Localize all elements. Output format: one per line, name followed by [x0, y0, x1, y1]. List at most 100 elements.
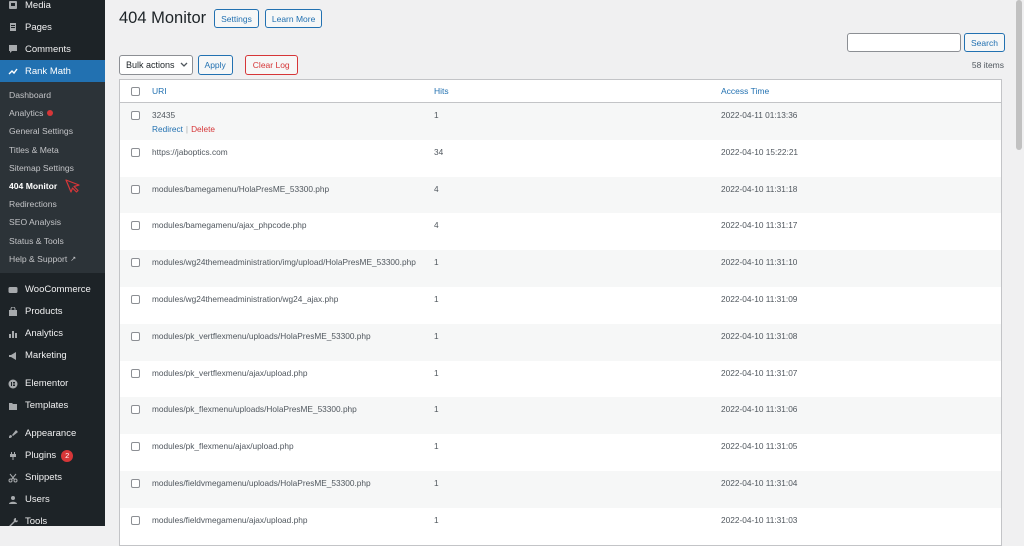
column-header-access-time[interactable]: Access Time [721, 86, 1001, 96]
table-row: modules/bamegamenu/ajax_phpcode.php 4 20… [120, 213, 1001, 250]
row-uri: modules/fieldvmegamenu/ajax/upload.php [152, 514, 308, 525]
row-uri: modules/pk_vertflexmenu/uploads/HolaPres… [152, 330, 371, 341]
row-checkbox[interactable] [130, 405, 140, 415]
table-row: 32435 Redirect | Delete 1 2022-04-11 01:13… [120, 103, 1001, 140]
table-row: modules/pk_vertflexmenu/uploads/HolaPres… [120, 323, 1001, 361]
paintbrush-icon [8, 429, 18, 439]
row-checkbox[interactable] [130, 111, 140, 120]
row-uri: modules/bamegamenu/ajax_phpcode.php [152, 220, 307, 231]
submenu-item-status-tools[interactable]: Status & Tools [0, 232, 105, 250]
row-checkbox[interactable] [130, 184, 140, 194]
menu-item-products[interactable]: Products [0, 301, 105, 323]
menu-label: Pages [25, 21, 52, 33]
row-hits: 1 [434, 404, 439, 415]
plug-icon [8, 451, 18, 461]
row-checkbox[interactable] [130, 294, 140, 304]
submenu-item-analytics[interactable]: Analytics [0, 104, 105, 122]
column-header-uri[interactable]: URI [148, 86, 434, 96]
menu-item-appearance[interactable]: Appearance [0, 423, 105, 445]
scissors-icon [8, 473, 18, 483]
submenu-item-dashboard[interactable]: Dashboard [0, 86, 105, 104]
row-actions: Redirect | Delete [152, 124, 216, 134]
row-access-time: 2022-04-10 11:31:03 [721, 514, 798, 525]
search-input[interactable] [847, 33, 961, 52]
menu-item-analytics[interactable]: Analytics [0, 323, 105, 345]
menu-item-comments[interactable]: Comments [0, 38, 105, 60]
row-access-time: 2022-04-10 11:31:05 [721, 441, 798, 452]
menu-item-plugins[interactable]: Plugins 2 [0, 445, 105, 467]
submenu-item-404-monitor[interactable]: 404 Monitor [0, 177, 105, 195]
bulk-actions-select[interactable]: Bulk actions [119, 55, 193, 75]
page-scrollbar[interactable] [1014, 0, 1024, 526]
submenu-item-redirections[interactable]: Redirections [0, 195, 105, 213]
row-access-time: 2022-04-11 01:13:36 [721, 110, 798, 120]
menu-item-rank-math[interactable]: Rank Math [0, 60, 105, 82]
clear-log-button[interactable]: Clear Log [244, 55, 298, 75]
comments-icon [8, 44, 18, 54]
row-checkbox[interactable] [130, 368, 140, 378]
redirect-link[interactable]: Redirect [152, 124, 183, 134]
monitor-table: URI Hits Access Time 32435 Redirect | Dele… [119, 79, 1002, 546]
items-count: 58 items [971, 60, 1004, 70]
cursor-arrow-icon [64, 179, 82, 193]
row-checkbox[interactable] [130, 478, 140, 488]
submenu-item-seo-analysis[interactable]: SEO Analysis [0, 213, 105, 231]
row-checkbox[interactable] [130, 221, 140, 231]
menu-item-media[interactable]: Media [0, 0, 105, 16]
submenu-item-sitemap-settings[interactable]: Sitemap Settings [0, 159, 105, 177]
folder-icon [8, 401, 18, 411]
table-row: modules/pk_flexmenu/uploads/HolaPresME_5… [120, 397, 1001, 435]
apply-button[interactable]: Apply [197, 55, 233, 75]
page-header: 404 Monitor Settings Learn More [119, 9, 328, 28]
row-uri: modules/wg24themeadministration/wg24_aja… [152, 293, 339, 304]
column-header-hits[interactable]: Hits [434, 86, 721, 96]
row-checkbox[interactable] [130, 442, 140, 452]
delete-link[interactable]: Delete [191, 124, 215, 134]
megaphone-icon [8, 351, 18, 361]
main-content: 404 Monitor Settings Learn More Search B… [105, 0, 1014, 546]
row-hits: 1 [434, 441, 439, 452]
table-body: 32435 Redirect | Delete 1 2022-04-11 01:13… [120, 103, 1001, 545]
menu-item-marketing[interactable]: Marketing [0, 345, 105, 367]
row-access-time: 2022-04-10 11:31:06 [721, 404, 798, 415]
chevron-down-icon [180, 61, 188, 70]
table-row: modules/fieldvmegamenu/uploads/HolaPresM… [120, 470, 1001, 508]
learn-more-button[interactable]: Learn More [264, 9, 323, 28]
row-uri: modules/pk_flexmenu/uploads/HolaPresME_5… [152, 404, 357, 415]
row-hits: 1 [434, 330, 439, 341]
search-box: Search [847, 33, 1005, 52]
menu-label: Media [25, 0, 51, 11]
menu-label: Comments [25, 43, 71, 55]
table-row: modules/wg24themeadministration/img/uplo… [120, 250, 1001, 287]
scrollbar-thumb[interactable] [1016, 0, 1022, 150]
menu-item-elementor[interactable]: Elementor [0, 373, 105, 395]
settings-button[interactable]: Settings [214, 9, 259, 28]
row-checkbox[interactable] [130, 331, 140, 341]
menu-item-snippets[interactable]: Snippets [0, 467, 105, 489]
row-access-time: 2022-04-10 11:31:17 [721, 220, 798, 231]
table-row: modules/fieldvmegamenu/ajax/upload.php 1… [120, 508, 1001, 545]
row-access-time: 2022-04-10 11:31:18 [721, 183, 798, 194]
search-button[interactable]: Search [964, 33, 1005, 52]
products-icon [8, 306, 18, 317]
submenu-item-help-support[interactable]: Help & Support ↗ [0, 250, 105, 268]
row-checkbox[interactable] [130, 147, 140, 157]
wrench-icon [8, 517, 18, 526]
row-hits: 1 [434, 477, 439, 488]
menu-item-users[interactable]: Users [0, 489, 105, 511]
submenu-item-general-settings[interactable]: General Settings [0, 122, 105, 140]
menu-item-tools[interactable]: Tools [0, 511, 105, 526]
table-row: modules/pk_vertflexmenu/ajax/upload.php … [120, 361, 1001, 398]
rank-math-icon [8, 66, 18, 76]
row-access-time: 2022-04-10 11:31:08 [721, 330, 798, 341]
row-uri: modules/fieldvmegamenu/uploads/HolaPresM… [152, 477, 371, 488]
row-checkbox[interactable] [130, 258, 140, 268]
menu-item-templates[interactable]: Templates [0, 395, 105, 417]
select-all-checkbox[interactable] [130, 86, 140, 96]
menu-item-pages[interactable]: Pages [0, 16, 105, 38]
table-row: modules/bamegamenu/HolaPresME_53300.php … [120, 176, 1001, 214]
row-uri: modules/bamegamenu/HolaPresME_53300.php [152, 183, 330, 194]
row-checkbox[interactable] [130, 515, 140, 525]
submenu-item-titles-meta[interactable]: Titles & Meta [0, 141, 105, 159]
menu-item-woocommerce[interactable]: WooCommerce [0, 279, 105, 301]
